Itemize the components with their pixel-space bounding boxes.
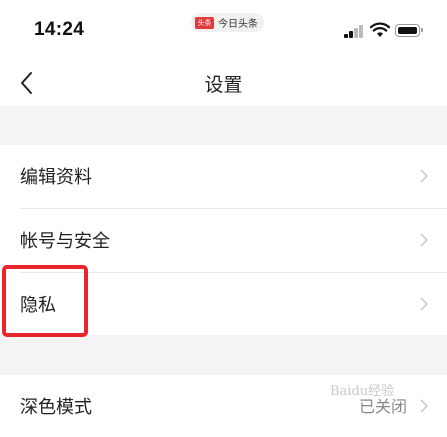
app-indicator[interactable]: 头条 今日头条 bbox=[191, 13, 264, 32]
page-title: 设置 bbox=[204, 74, 243, 96]
watermark: Baidu经验 bbox=[330, 384, 395, 399]
chevron-right-icon bbox=[420, 233, 428, 247]
status-time: 14:24 bbox=[34, 19, 85, 40]
menu-item-label: 帐号与安全 bbox=[20, 231, 110, 252]
app-logo-icon: 头条 bbox=[195, 16, 214, 29]
nav-bar: 设置 bbox=[0, 60, 447, 106]
section-gap bbox=[0, 335, 447, 375]
menu-item-label: 编辑资料 bbox=[20, 167, 92, 188]
menu-item-account-security[interactable]: 帐号与安全 bbox=[0, 209, 447, 271]
signal-icon bbox=[344, 24, 364, 38]
menu-item-label: 深色模式 bbox=[20, 397, 92, 418]
chevron-right-icon bbox=[420, 169, 428, 183]
app-name: 今日头条 bbox=[218, 19, 258, 30]
chevron-right-icon bbox=[420, 399, 428, 413]
chevron-right-icon bbox=[420, 297, 428, 311]
highlight-box bbox=[2, 265, 88, 337]
wifi-icon bbox=[370, 22, 390, 37]
battery-icon bbox=[395, 24, 423, 37]
status-bar: 14:24 头条 今日头条 bbox=[0, 0, 447, 60]
menu-item-edit-profile[interactable]: 编辑资料 bbox=[0, 145, 447, 207]
section-gap bbox=[0, 106, 447, 145]
